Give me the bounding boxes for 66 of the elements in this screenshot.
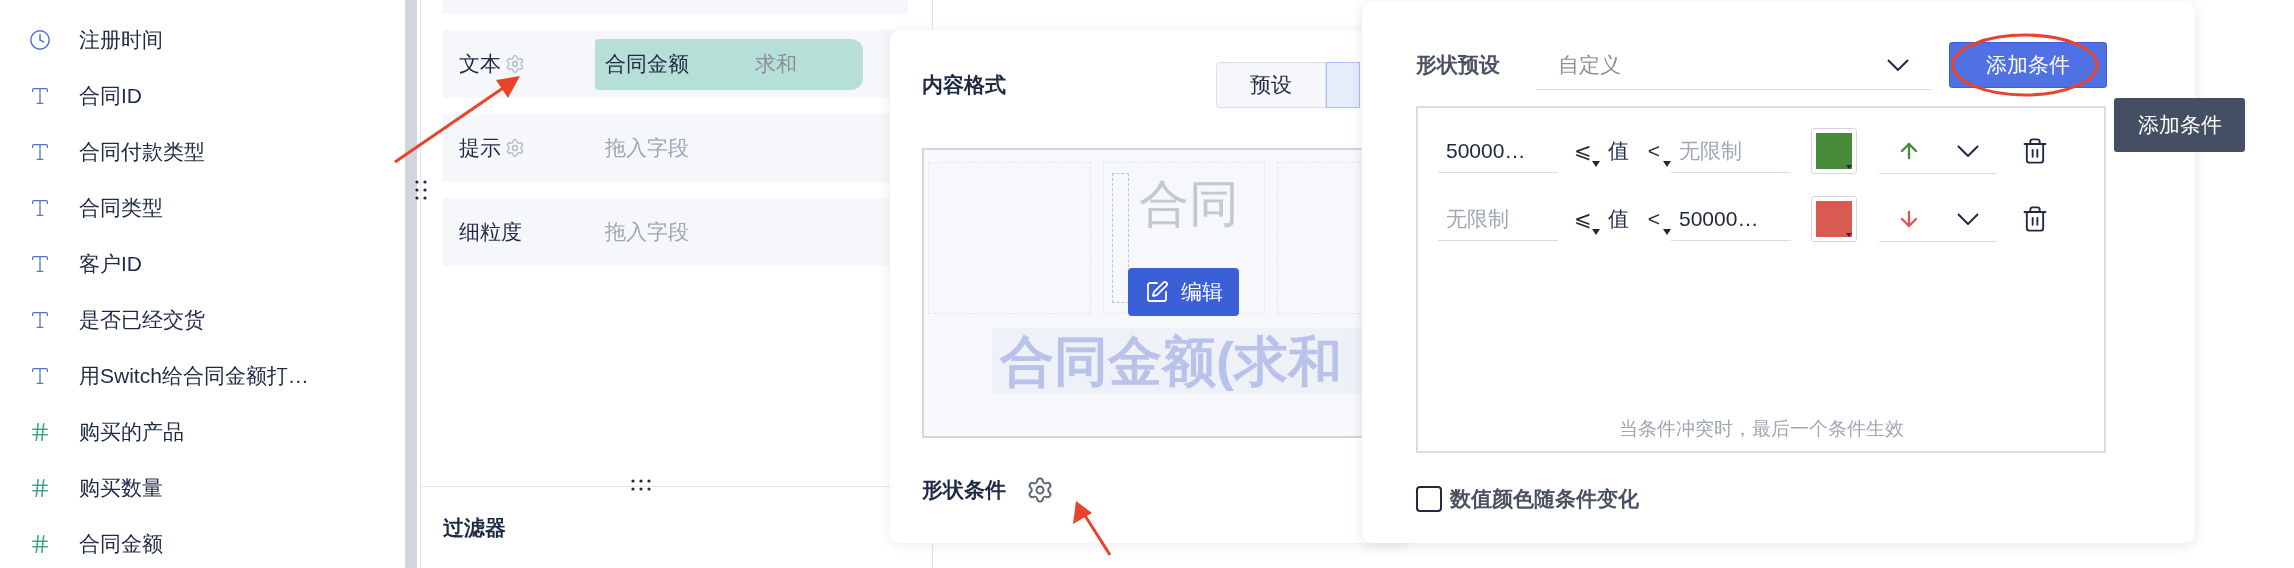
text-type-icon: [29, 365, 51, 387]
field-item[interactable]: 用Switch给合同金额打…: [0, 348, 405, 404]
settings-icon[interactable]: [1026, 475, 1054, 504]
field-item[interactable]: 注册时间: [0, 12, 405, 68]
section-label: 形状条件: [922, 477, 1006, 503]
tooltip: 添加条件: [2114, 98, 2245, 152]
annotation-arrow: [1073, 501, 1112, 556]
text-type-icon: [29, 197, 51, 219]
text-type-icon: [29, 253, 51, 275]
segment-tab[interactable]: 预设: [1216, 62, 1326, 108]
hash-icon: [29, 421, 51, 443]
delete-icon[interactable]: [2021, 205, 2049, 233]
caret-icon: [1846, 165, 1852, 169]
operator-select[interactable]: <: [1637, 197, 1671, 241]
bound-value: 50000…: [1446, 137, 1526, 164]
add-condition-button[interactable]: 添加条件: [1949, 42, 2107, 88]
edit-button[interactable]: 编辑: [1128, 268, 1239, 316]
field-item[interactable]: 是否已经交货: [0, 292, 405, 348]
clock-icon: [29, 29, 51, 51]
caret-icon: [1846, 233, 1852, 237]
chevron-down-icon: [1957, 144, 1979, 157]
operator-select[interactable]: ⩽: [1566, 197, 1600, 241]
caret-icon: [1592, 161, 1600, 167]
bound-input[interactable]: 50000…: [1438, 129, 1558, 173]
value-label: 值: [1608, 138, 1629, 165]
checkbox[interactable]: [1416, 485, 1442, 512]
field-item[interactable]: 合同类型: [0, 180, 405, 236]
operator-select[interactable]: ⩽: [1566, 129, 1600, 173]
chevron-down-icon: [1887, 58, 1909, 71]
pill-aggregate: 求和: [755, 51, 797, 78]
value-label: 值: [1608, 206, 1629, 233]
field-label: 形状预设: [1416, 52, 1501, 79]
operator-select[interactable]: <: [1637, 129, 1671, 173]
hash-icon: [29, 533, 51, 555]
pill-field-name: 合同金额: [605, 51, 689, 78]
drag-handle-icon[interactable]: [415, 180, 427, 200]
row-label: 细粒度: [459, 219, 522, 246]
chevron-down-icon: [1957, 212, 1979, 225]
hint-text: 当条件冲突时，最后一个条件生效: [1618, 416, 1904, 441]
pen-icon: [1144, 280, 1169, 304]
field-item[interactable]: 合同ID: [0, 68, 405, 124]
hash-icon: [29, 477, 51, 499]
field-pill[interactable]: 合同金额 求和: [595, 38, 863, 90]
field-item[interactable]: 购买的产品: [0, 404, 405, 460]
caret-icon: [1592, 229, 1600, 235]
field-item[interactable]: 合同金额: [0, 516, 405, 568]
panel-title: 内容格式: [922, 72, 1006, 99]
bound-placeholder: 无限制: [1446, 205, 1509, 232]
caret-icon: [1663, 229, 1671, 235]
text-type-icon: [29, 309, 51, 331]
field-item[interactable]: 客户ID: [0, 236, 405, 292]
row-label: 提示: [459, 135, 501, 162]
field-item[interactable]: 合同付款类型: [0, 124, 405, 180]
text-type-icon: [29, 85, 51, 107]
checkbox-label: 数值颜色随条件变化: [1450, 486, 1639, 512]
bound-placeholder: 无限制: [1679, 137, 1742, 164]
scrollbar[interactable]: [405, 0, 417, 568]
drag-handle-icon[interactable]: [631, 479, 651, 491]
row-label: 文本: [459, 51, 501, 78]
section-title: 过滤器: [443, 514, 506, 541]
caret-icon: [1663, 161, 1671, 167]
text-type-icon: [29, 141, 51, 163]
bound-input[interactable]: 50000…: [1671, 197, 1791, 241]
field-item[interactable]: 购买数量: [0, 460, 405, 516]
delete-icon[interactable]: [2021, 137, 2049, 165]
bound-value: 50000…: [1679, 205, 1759, 232]
